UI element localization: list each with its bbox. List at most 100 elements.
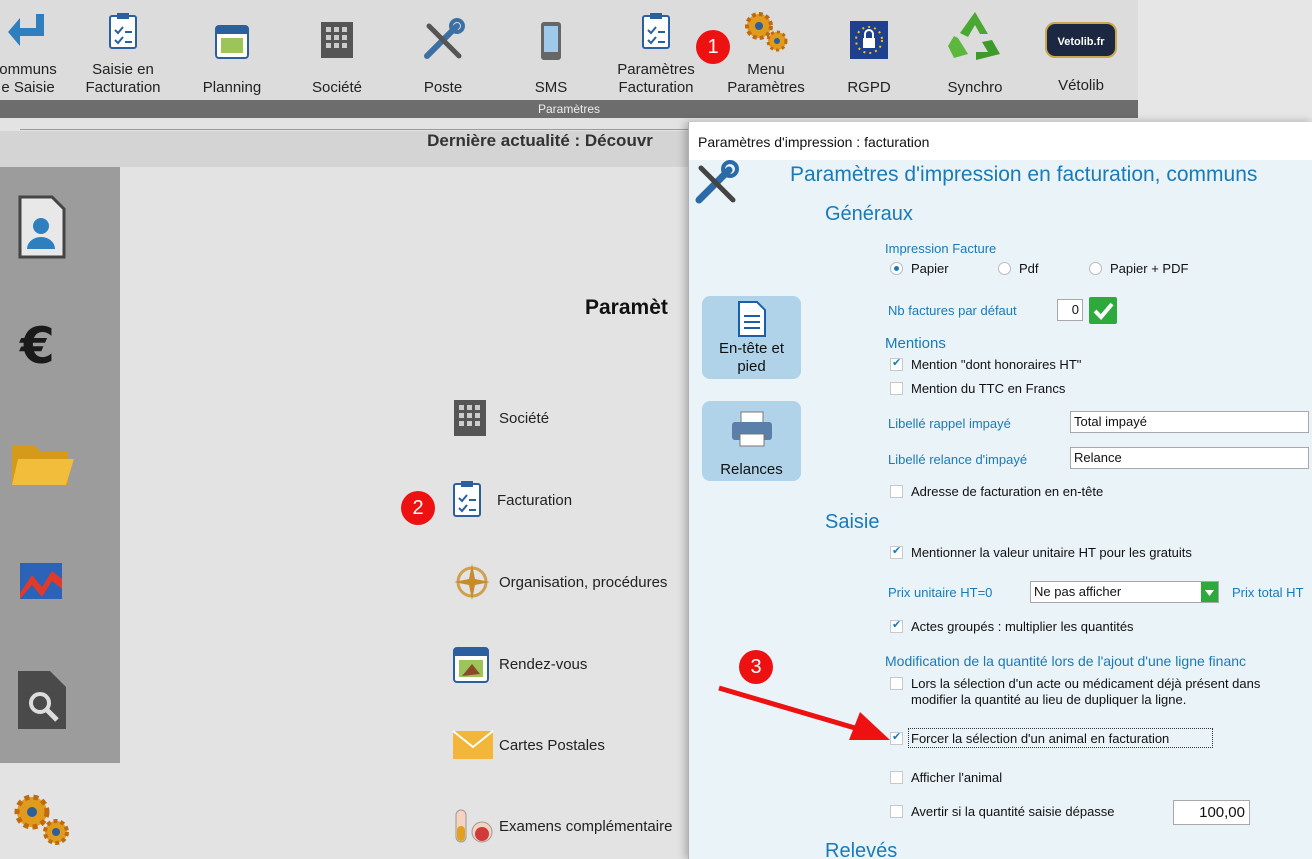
toolbar-empty-area (1138, 0, 1312, 118)
annotation-badge-1: 1 (696, 30, 730, 64)
calendar-icon (215, 25, 249, 59)
checkbox-warn-quantity[interactable] (890, 805, 903, 818)
toolbar-label: Facturation (85, 79, 161, 96)
building-icon (454, 400, 486, 436)
menu-item-label: Facturation (497, 492, 573, 509)
mention-honoraires-label: Mention "dont honoraires HT" (911, 357, 1082, 372)
background-title: Paramèt (585, 296, 668, 319)
toolbar-menu-parametres[interactable]: Menu Paramètres (718, 0, 814, 100)
modif-title: Modification de la quantité lors de l'aj… (885, 653, 1247, 669)
relance-input[interactable]: Relance (1070, 447, 1309, 469)
ribbon-toolbar: ommuns e Saisie Saisie en Facturation Pl… (0, 0, 1138, 118)
radio-pdf[interactable] (998, 262, 1011, 275)
warn-quantity-input[interactable]: 100,00 (1173, 800, 1250, 825)
checkbox-mention-ttc[interactable] (890, 382, 903, 395)
reminders-label: Relances (720, 461, 783, 478)
force-animal-label: Forcer la sélection d'un animal en factu… (911, 731, 1170, 746)
menu-item-label: Rendez-vous (499, 656, 588, 673)
settings-gears-icon[interactable] (8, 790, 74, 850)
toolbar-societe[interactable]: Société (296, 0, 378, 100)
mention-ttc-label: Mention du TTC en Francs (911, 381, 1066, 396)
relance-label: Libellé relance d'impayé (888, 452, 1028, 467)
euro-icon[interactable]: € (10, 313, 74, 377)
section-saisie: Saisie (825, 511, 880, 533)
annotation-arrow (718, 685, 890, 740)
radio-papier-pdf[interactable] (1089, 262, 1102, 275)
toolbar-label: Vétolib (1058, 77, 1104, 94)
checkbox-unit-value[interactable] (890, 544, 903, 559)
menu-item-label: Organisation, procédures (499, 574, 668, 591)
vetolib-logo: Vetolib.fr (1045, 22, 1117, 58)
toolbar-label: ommuns (0, 61, 57, 78)
toolbar-planning[interactable]: Planning (190, 0, 274, 100)
menu-item-label: Examens complémentaire (499, 818, 673, 835)
toolbar-vetolib[interactable]: Vetolib.fr Vétolib (1038, 0, 1124, 100)
left-rail: € (0, 167, 120, 763)
compass-icon (454, 564, 490, 600)
toolbar-label: Paramètres (617, 61, 695, 78)
calendar-icon (453, 647, 489, 683)
price-total-label: Prix total HT (1232, 585, 1304, 600)
warn-quantity-label: Avertir si la quantité saisie dépasse (911, 804, 1115, 819)
dialog-heading: Paramètres d'impression en facturation, … (790, 163, 1258, 186)
reminders-button[interactable]: Relances (702, 401, 801, 481)
tools-icon (424, 18, 465, 59)
toolbar-label: e Saisie (1, 79, 55, 96)
gears-icon (745, 12, 788, 52)
dialog-body: Paramètres d'impression en facturation, … (689, 160, 1312, 859)
toolbar-rgpd[interactable]: RGPD (830, 0, 908, 100)
radio-papier[interactable] (890, 262, 903, 275)
toolbar-label: Poste (423, 79, 463, 96)
checkbox-mention-honoraires[interactable] (890, 356, 903, 371)
unit-value-label: Mentionner la valeur unitaire HT pour le… (911, 545, 1192, 560)
address-header-label: Adresse de facturation en en-tête (911, 484, 1104, 499)
checkbox-address-header[interactable] (890, 485, 903, 498)
toolbar-label: Saisie en (92, 61, 154, 78)
menu-item-label: Société (499, 410, 550, 427)
toolbar-saisie-facturation[interactable]: Saisie en Facturation (78, 0, 168, 100)
header-footer-button[interactable]: En-tête et pied (702, 296, 801, 379)
toolbar-synchro[interactable]: Synchro (932, 0, 1018, 100)
invoice-clipboard-icon (642, 13, 670, 49)
toolbar-sms[interactable]: SMS (510, 0, 592, 100)
dialog-title[interactable]: Paramètres d'impression : facturation (689, 122, 1312, 161)
building-icon (321, 22, 353, 58)
toolbar-label: Société (311, 79, 363, 96)
modif-line2: modifier la quantité au lieu de duplique… (911, 692, 1187, 707)
document-search-icon[interactable] (10, 667, 74, 731)
toolbar-label: Menu (747, 61, 785, 78)
document-icon (738, 301, 766, 337)
rappel-input[interactable]: Total impayé (1070, 411, 1309, 433)
toolbar-label: Paramètres (727, 79, 805, 96)
toolbar-poste[interactable]: Poste (402, 0, 484, 100)
header-footer-label: En-tête et pied (718, 340, 785, 375)
section-generaux: Généraux (825, 203, 913, 225)
recycle-icon (948, 12, 1000, 60)
section-releves: Relevés (825, 840, 898, 859)
toolbar-label: Synchro (947, 79, 1003, 96)
checkbox-grouped[interactable] (890, 618, 903, 633)
chevron-down-icon[interactable] (1201, 582, 1218, 602)
tools-icon (695, 160, 739, 204)
test-tubes-icon (455, 809, 493, 843)
annotation-badge-2: 2 (401, 491, 435, 525)
toolbar-label: Facturation (618, 79, 694, 96)
folder-icon[interactable] (10, 431, 74, 495)
print-invoice-label: Impression Facture (885, 241, 997, 256)
toolbar-label: Planning (202, 79, 262, 96)
price-label: Prix unitaire HT=0 (888, 585, 993, 600)
toolbar-parametres-facturation[interactable]: Paramètres Facturation (608, 0, 704, 100)
rappel-label: Libellé rappel impayé (888, 416, 1011, 431)
checkbox-show-animal[interactable] (890, 771, 903, 784)
price-select[interactable]: Ne pas afficher (1030, 581, 1219, 603)
radio-papier-label: Papier (911, 261, 949, 276)
chart-icon[interactable] (10, 549, 74, 613)
header-divider (20, 129, 690, 130)
invoice-clipboard-icon (109, 13, 137, 49)
printer-icon (732, 411, 772, 447)
client-card-icon[interactable] (10, 195, 74, 259)
validate-check-icon[interactable] (1089, 297, 1117, 324)
nb-invoices-input[interactable]: 0 (1057, 299, 1083, 321)
toolbar-communs-saisie[interactable]: ommuns e Saisie (0, 0, 66, 100)
envelope-icon (452, 730, 494, 759)
